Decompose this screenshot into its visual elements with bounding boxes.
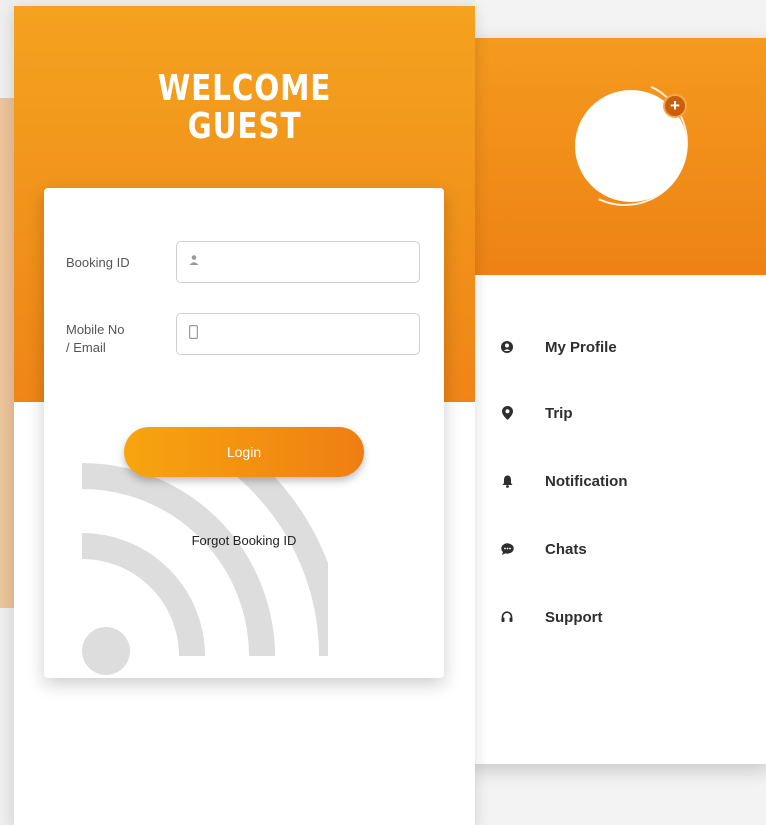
- app-mockup: + My Profile Trip Notification Chats Sup…: [0, 0, 766, 825]
- mobile-email-label: Mobile No / Email: [66, 321, 125, 357]
- menu-item-support[interactable]: Support: [470, 583, 766, 651]
- plus-icon[interactable]: +: [663, 94, 687, 118]
- menu-list: My Profile Trip Notification Chats Suppo…: [470, 275, 766, 651]
- phone-icon: [189, 324, 199, 344]
- mobile-email-label-line-1: Mobile No: [66, 322, 125, 337]
- menu-item-label: Support: [545, 608, 603, 626]
- welcome-heading: WELCOME GUEST: [55, 70, 433, 146]
- booking-id-label: Booking ID: [66, 255, 130, 270]
- chat-icon: [500, 542, 514, 556]
- bell-icon: [500, 474, 514, 488]
- background-strip: [0, 98, 14, 608]
- mobile-email-label-line-2: / Email: [66, 340, 106, 355]
- menu-header: +: [470, 38, 766, 275]
- menu-item-my-profile[interactable]: My Profile: [470, 315, 766, 379]
- menu-item-label: Trip: [545, 404, 573, 422]
- menu-item-trip[interactable]: Trip: [470, 379, 766, 447]
- menu-item-label: Chats: [545, 540, 587, 558]
- menu-item-label: Notification: [545, 472, 628, 490]
- side-menu-screen: + My Profile Trip Notification Chats Sup…: [470, 38, 766, 764]
- booking-id-input[interactable]: [207, 254, 407, 270]
- menu-item-label: My Profile: [545, 338, 617, 356]
- welcome-line-2: GUEST: [187, 106, 302, 147]
- welcome-line-1: WELCOME: [157, 68, 332, 109]
- mobile-email-field[interactable]: [176, 313, 420, 355]
- login-screen: WELCOME GUEST Booking ID Mobile No / Ema…: [14, 6, 475, 825]
- forgot-booking-id-link[interactable]: Forgot Booking ID: [44, 533, 444, 548]
- location-pin-icon: [500, 406, 514, 420]
- mobile-email-input[interactable]: [206, 326, 406, 342]
- booking-id-field[interactable]: [176, 241, 420, 283]
- headset-icon: [500, 610, 514, 624]
- menu-item-chats[interactable]: Chats: [470, 515, 766, 583]
- login-button[interactable]: Login: [124, 427, 364, 477]
- login-card: Booking ID Mobile No / Email Login Forgo…: [44, 188, 444, 678]
- user-icon: [189, 253, 199, 271]
- profile-icon: [500, 340, 514, 354]
- menu-item-notification[interactable]: Notification: [470, 447, 766, 515]
